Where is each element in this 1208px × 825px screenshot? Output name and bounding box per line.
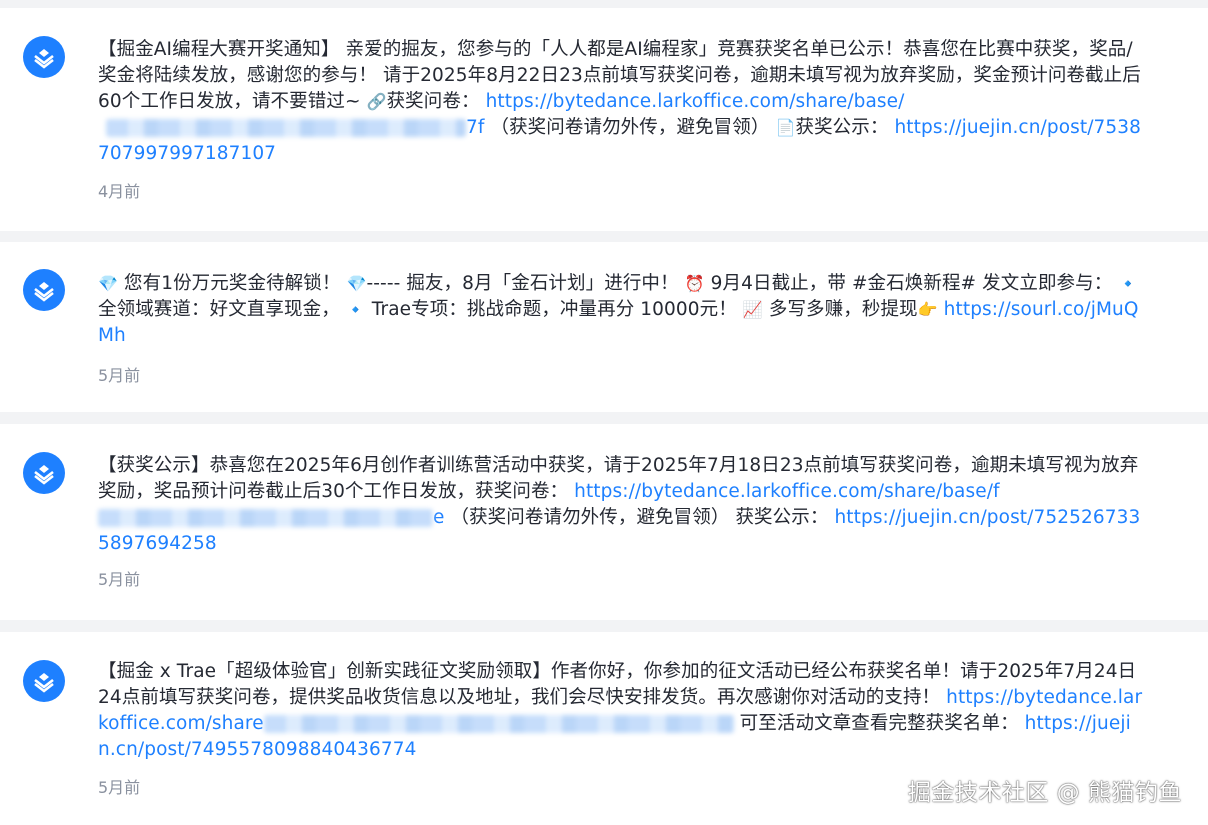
diamond-bullet-icon: 🔹 [1118,274,1139,293]
notification-text: 💎 您有1份万元奖金待解锁！ 💎----- 掘友，8月「金石计划」进行中！ ⏰ … [98,273,1139,346]
juejin-logo-icon [23,660,65,702]
notification-card: 【掘金AI编程大赛开奖通知】 亲爱的掘友，您参与的「人人都是AI编程家」竞赛获奖… [0,8,1208,231]
diamond-bullet-icon: 🔹 [345,300,366,319]
gem-icon: 💎 [98,274,119,293]
timestamp: 4月前 [98,182,141,201]
redacted-link [98,509,433,527]
juejin-logo-icon [23,269,65,311]
pointing-hand-icon: 👉 [917,300,938,319]
survey-link[interactable]: https://bytedance.larkoffice.com/share/b… [486,91,905,112]
timestamp: 5月前 [98,570,141,589]
notification-card: 【获奖公示】恭喜您在2025年6月创作者训练营活动中获奖，请于2025年7月18… [0,424,1208,620]
survey-link[interactable]: https://bytedance.larkoffice.com/share/b… [574,481,1000,502]
notification-text: 【掘金 x Trae「超级体验官」创新实践征文奖励领取】作者你好，你参加的征文活… [98,661,1143,760]
link-icon: 🔗 [366,92,387,111]
chart-increasing-icon: 📈 [742,300,763,319]
survey-link-tail[interactable]: e [433,507,444,528]
redacted-link [106,119,466,137]
timestamp: 5月前 [98,366,141,385]
timestamp: 5月前 [98,778,141,797]
notification-text: 【掘金AI编程大赛开奖通知】 亲爱的掘友，您参与的「人人都是AI编程家」竞赛获奖… [98,39,1142,164]
juejin-logo-icon [23,452,65,494]
notification-card: 💎 您有1份万元奖金待解锁！ 💎----- 掘友，8月「金石计划」进行中！ ⏰ … [0,242,1208,412]
notification-text: 【获奖公示】恭喜您在2025年6月创作者训练营活动中获奖，请于2025年7月18… [98,455,1141,554]
gem-icon: 💎 [346,274,367,293]
alarm-clock-icon: ⏰ [684,274,705,293]
survey-link-tail[interactable]: 7f [466,117,484,138]
document-icon: 📄 [775,118,796,137]
watermark: 掘金技术社区 @ 熊猫钓鱼 [907,780,1182,806]
redacted-link [263,715,734,733]
juejin-logo-icon [23,36,65,78]
